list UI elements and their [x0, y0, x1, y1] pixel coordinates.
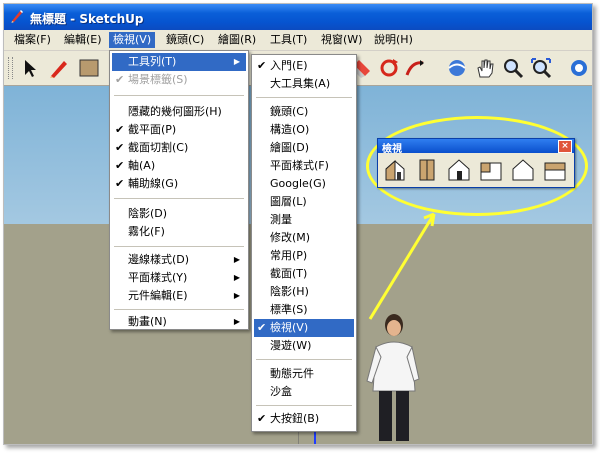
menu-separator: [114, 309, 244, 310]
submenu-item-construction[interactable]: 構造(O): [254, 121, 354, 139]
menu-item-toolbars[interactable]: 工具列(T) ▶: [112, 53, 246, 71]
rectangle-icon[interactable]: [76, 55, 102, 81]
left-view-icon[interactable]: [542, 157, 568, 183]
checkmark-icon: ✔: [115, 159, 125, 172]
menu-item-section-cuts[interactable]: ✔ 截面切割(C): [112, 139, 246, 157]
menu-window[interactable]: 視窗(W): [317, 32, 366, 48]
checkmark-icon: ✔: [115, 141, 125, 154]
zoom-icon[interactable]: [500, 55, 526, 81]
submenu-item-google[interactable]: Google(G): [254, 175, 354, 193]
view-menu: 工具列(T) ▶ ✔ 場景標籤(S) 隱藏的幾何圖形(H) ✔ 截平面(P) ✔ 截面切…: [109, 50, 249, 330]
submenu-item-sandbox[interactable]: 沙盒: [254, 383, 354, 401]
menu-separator: [114, 95, 244, 96]
iso-view-icon[interactable]: [382, 157, 408, 183]
menu-file[interactable]: 檔案(F): [10, 32, 55, 48]
back-view-icon[interactable]: [510, 157, 536, 183]
menu-item-fog[interactable]: 霧化(F): [112, 223, 246, 241]
menu-edit[interactable]: 編輯(E): [60, 32, 106, 48]
submenu-item-large-toolset[interactable]: 大工具集(A): [254, 75, 354, 93]
menu-view[interactable]: 檢視(V): [109, 32, 156, 48]
top-view-icon[interactable]: [414, 157, 440, 183]
person-figure: [366, 314, 420, 441]
orbit-icon[interactable]: [444, 55, 470, 81]
submenu-arrow-icon: ▶: [233, 57, 240, 66]
close-icon[interactable]: ×: [558, 140, 572, 153]
follow-me-icon[interactable]: [402, 55, 428, 81]
menu-separator: [114, 246, 244, 247]
submenu-item-drawing[interactable]: 繪圖(D): [254, 139, 354, 157]
zoom-extents-icon[interactable]: [528, 55, 554, 81]
menu-item-shadows[interactable]: 陰影(D): [112, 205, 246, 223]
submenu-arrow-icon: ▶: [233, 291, 240, 300]
toolbars-submenu: ✔ 入門(E) 大工具集(A) 鏡頭(C) 構造(O) 繪圖(D) 平面樣式(F)…: [251, 54, 357, 432]
front-view-icon[interactable]: [446, 157, 472, 183]
pan-hand-icon[interactable]: [472, 55, 498, 81]
menu-bar: 檔案(F) 編輯(E) 檢視(V) 鏡頭(C) 繪圖(R) 工具(T) 視窗(W…: [4, 30, 592, 51]
submenu-item-walkthrough[interactable]: 漫遊(W): [254, 337, 354, 355]
window-title: 無標題 - SketchUp: [30, 12, 144, 26]
submenu-item-standard[interactable]: 標準(S): [254, 301, 354, 319]
sketchup-logo-icon: [11, 10, 23, 23]
menu-separator: [114, 198, 244, 199]
menu-draw[interactable]: 繪圖(R): [214, 32, 260, 48]
right-view-icon[interactable]: [478, 157, 504, 183]
submenu-arrow-icon: ▶: [233, 317, 240, 326]
pencil-icon[interactable]: [46, 55, 72, 81]
checkmark-icon: ✔: [257, 412, 267, 425]
select-arrow-icon[interactable]: [16, 55, 42, 81]
checkmark-icon: ✔: [115, 73, 125, 86]
checkmark-icon: ✔: [257, 321, 267, 334]
menu-item-animation[interactable]: 動畫(N) ▶: [112, 313, 246, 331]
menu-help[interactable]: 說明(H): [370, 32, 417, 48]
submenu-item-principal[interactable]: 常用(P): [254, 247, 354, 265]
views-toolbar-titlebar[interactable]: 檢視 ×: [378, 139, 574, 155]
app-window: 無標題 - SketchUp 檔案(F) 編輯(E) 檢視(V) 鏡頭(C) 繪…: [3, 3, 593, 445]
submenu-item-getting-started[interactable]: ✔ 入門(E): [254, 57, 354, 75]
submenu-item-modification[interactable]: 修改(M): [254, 229, 354, 247]
submenu-item-shadows[interactable]: 陰影(H): [254, 283, 354, 301]
menu-item-edge-style[interactable]: 邊線樣式(D) ▶: [112, 251, 246, 269]
menu-item-section-planes[interactable]: ✔ 截平面(P): [112, 121, 246, 139]
toolbar-grip[interactable]: [8, 57, 13, 79]
menu-separator: [256, 97, 352, 98]
title-bar: 無標題 - SketchUp: [4, 4, 592, 30]
menu-separator: [256, 405, 352, 406]
globe-icon[interactable]: [566, 55, 592, 81]
views-toolbar-window[interactable]: 檢視 ×: [377, 138, 575, 188]
submenu-item-measurements[interactable]: 測量: [254, 211, 354, 229]
submenu-arrow-icon: ▶: [233, 255, 240, 264]
submenu-item-face-style[interactable]: 平面樣式(F): [254, 157, 354, 175]
menu-item-hidden-geometry[interactable]: 隱藏的幾何圖形(H): [112, 103, 246, 121]
submenu-item-views[interactable]: ✔ 檢視(V): [254, 319, 354, 337]
submenu-item-section[interactable]: 截面(T): [254, 265, 354, 283]
menu-tools[interactable]: 工具(T): [266, 32, 311, 48]
submenu-arrow-icon: ▶: [233, 273, 240, 282]
views-toolbar-title: 檢視: [382, 144, 402, 155]
submenu-item-dynamic-components[interactable]: 動態元件: [254, 365, 354, 383]
rotate-icon[interactable]: [376, 55, 402, 81]
annotation-arrow: [368, 212, 436, 320]
menu-separator: [256, 359, 352, 360]
checkmark-icon: ✔: [115, 177, 125, 190]
checkmark-icon: ✔: [115, 123, 125, 136]
menu-item-guides[interactable]: ✔ 輔助線(G): [112, 175, 246, 193]
checkmark-icon: ✔: [257, 59, 267, 72]
menu-item-axes[interactable]: ✔ 軸(A): [112, 157, 246, 175]
submenu-item-layers[interactable]: 圖層(L): [254, 193, 354, 211]
submenu-item-camera[interactable]: 鏡頭(C): [254, 103, 354, 121]
menu-item-component-edit[interactable]: 元件編輯(E) ▶: [112, 287, 246, 305]
submenu-item-large-buttons[interactable]: ✔ 大按鈕(B): [254, 410, 354, 428]
menu-item-face-style[interactable]: 平面樣式(Y) ▶: [112, 269, 246, 287]
menu-camera[interactable]: 鏡頭(C): [162, 32, 208, 48]
menu-item-scene-tabs: ✔ 場景標籤(S): [112, 71, 246, 89]
